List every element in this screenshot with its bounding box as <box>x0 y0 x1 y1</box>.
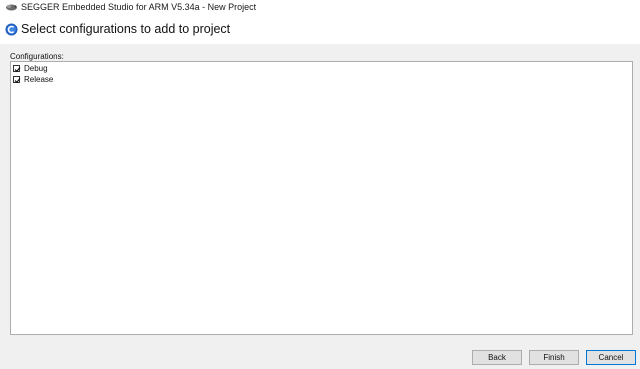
finish-button[interactable]: Finish <box>529 350 579 365</box>
config-item-label: Debug <box>24 63 48 73</box>
config-item-debug[interactable]: Debug <box>13 63 48 73</box>
debug-checkbox[interactable] <box>13 64 21 72</box>
window-title: SEGGER Embedded Studio for ARM V5.34a - … <box>21 2 257 12</box>
config-item-release[interactable]: Release <box>13 74 53 84</box>
cancel-button[interactable]: Cancel <box>586 350 636 365</box>
back-button[interactable]: Back <box>472 350 522 365</box>
configurations-label: Configurations: <box>10 52 64 61</box>
wizard-header: Select configurations to add to project <box>0 16 640 44</box>
page-title: Select configurations to add to project <box>21 22 231 36</box>
configurations-list[interactable]: Debug Release <box>10 61 633 335</box>
title-bar: SEGGER Embedded Studio for ARM V5.34a - … <box>0 0 640 16</box>
checkmark-icon <box>14 66 21 72</box>
segger-chameleon-icon <box>6 4 17 11</box>
wizard-icon <box>5 23 18 36</box>
config-item-label: Release <box>24 74 54 84</box>
checkmark-icon <box>14 77 21 83</box>
release-checkbox[interactable] <box>13 75 21 83</box>
